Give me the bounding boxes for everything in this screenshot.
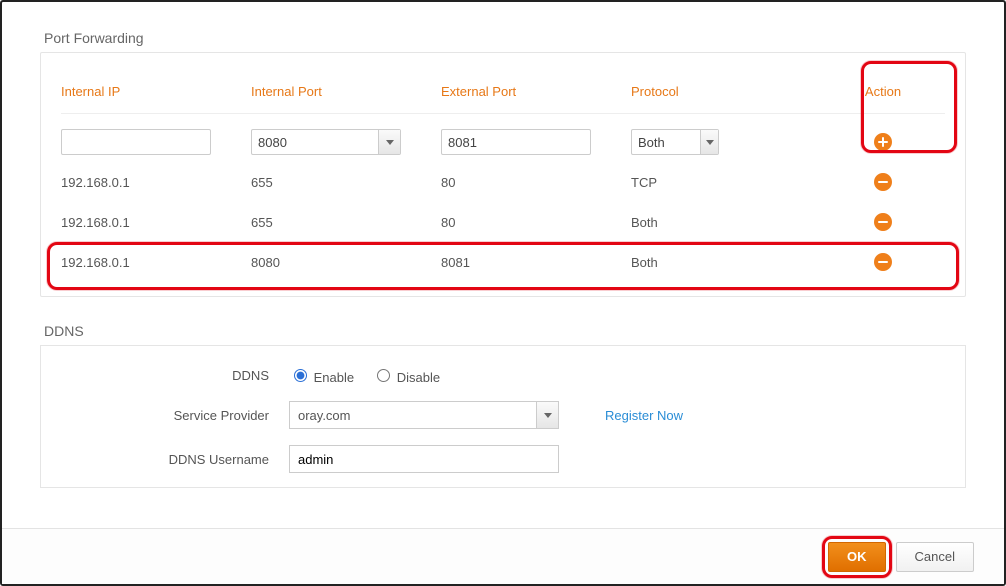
delete-rule-button[interactable] (874, 173, 892, 191)
cell-eport: 80 (441, 215, 631, 230)
chevron-down-icon[interactable] (700, 130, 718, 154)
col-protocol: Protocol (631, 80, 821, 103)
internal-port-value: 8080 (258, 135, 287, 150)
ddns-label: DDNS (61, 368, 289, 383)
port-forwarding-section: Port Forwarding Internal IP Internal Por… (40, 30, 966, 297)
cell-proto: TCP (631, 175, 821, 190)
ddns-username-input[interactable] (289, 445, 559, 473)
cell-proto: Both (631, 215, 821, 230)
cancel-button[interactable]: Cancel (896, 542, 974, 572)
col-internal-port: Internal Port (251, 80, 441, 103)
col-internal-ip: Internal IP (61, 80, 251, 103)
cell-iport: 655 (251, 175, 441, 190)
protocol-select[interactable]: Both (631, 129, 719, 155)
chevron-down-icon[interactable] (536, 402, 558, 428)
cell-proto: Both (631, 255, 821, 270)
cell-ip: 192.168.0.1 (61, 175, 251, 190)
ddns-provider-row: Service Provider oray.com Register Now (61, 401, 945, 429)
cell-eport: 8081 (441, 255, 631, 270)
register-now-link[interactable]: Register Now (605, 408, 683, 423)
port-forwarding-title: Port Forwarding (44, 30, 966, 46)
col-action: Action (821, 80, 945, 103)
internal-ip-input[interactable] (61, 129, 211, 155)
pf-table-header: Internal IP Internal Port External Port … (61, 71, 945, 111)
cell-eport: 80 (441, 175, 631, 190)
cell-ip: 192.168.0.1 (61, 255, 251, 270)
service-provider-select[interactable]: oray.com (289, 401, 559, 429)
internal-port-combo[interactable]: 8080 (251, 129, 401, 155)
external-port-input[interactable] (441, 129, 591, 155)
add-rule-button[interactable] (874, 133, 892, 151)
cell-ip: 192.168.0.1 (61, 215, 251, 230)
ddns-title: DDNS (44, 323, 966, 339)
cell-iport: 8080 (251, 255, 441, 270)
protocol-value: Both (638, 135, 665, 150)
config-dialog: Port Forwarding Internal IP Internal Por… (0, 0, 1006, 586)
ddns-box: DDNS Enable Disable Service Provider ora… (40, 345, 966, 488)
service-provider-value: oray.com (298, 408, 351, 423)
pf-input-row: 8080 Both (61, 122, 945, 162)
port-forwarding-box: Internal IP Internal Port External Port … (40, 52, 966, 297)
delete-rule-button[interactable] (874, 253, 892, 271)
table-row: 192.168.0.1 655 80 Both (61, 202, 945, 242)
col-external-port: External Port (441, 80, 631, 103)
ddns-disable-radio[interactable] (377, 369, 390, 382)
dialog-footer: OK Cancel (2, 528, 1004, 584)
ddns-enable-row: DDNS Enable Disable (61, 366, 945, 385)
ddns-section: DDNS DDNS Enable Disable Service Provide… (40, 323, 966, 488)
ddns-enable-radio[interactable] (294, 369, 307, 382)
ok-button[interactable]: OK (828, 542, 886, 572)
enable-label: Enable (314, 370, 354, 385)
ddns-username-row: DDNS Username (61, 445, 945, 473)
table-row: 192.168.0.1 655 80 TCP (61, 162, 945, 202)
ddns-username-label: DDNS Username (61, 452, 289, 467)
cell-iport: 655 (251, 215, 441, 230)
divider (61, 113, 945, 114)
chevron-down-icon[interactable] (378, 130, 400, 154)
delete-rule-button[interactable] (874, 213, 892, 231)
table-row: 192.168.0.1 8080 8081 Both (61, 242, 945, 282)
service-provider-label: Service Provider (61, 408, 289, 423)
disable-label: Disable (397, 370, 440, 385)
